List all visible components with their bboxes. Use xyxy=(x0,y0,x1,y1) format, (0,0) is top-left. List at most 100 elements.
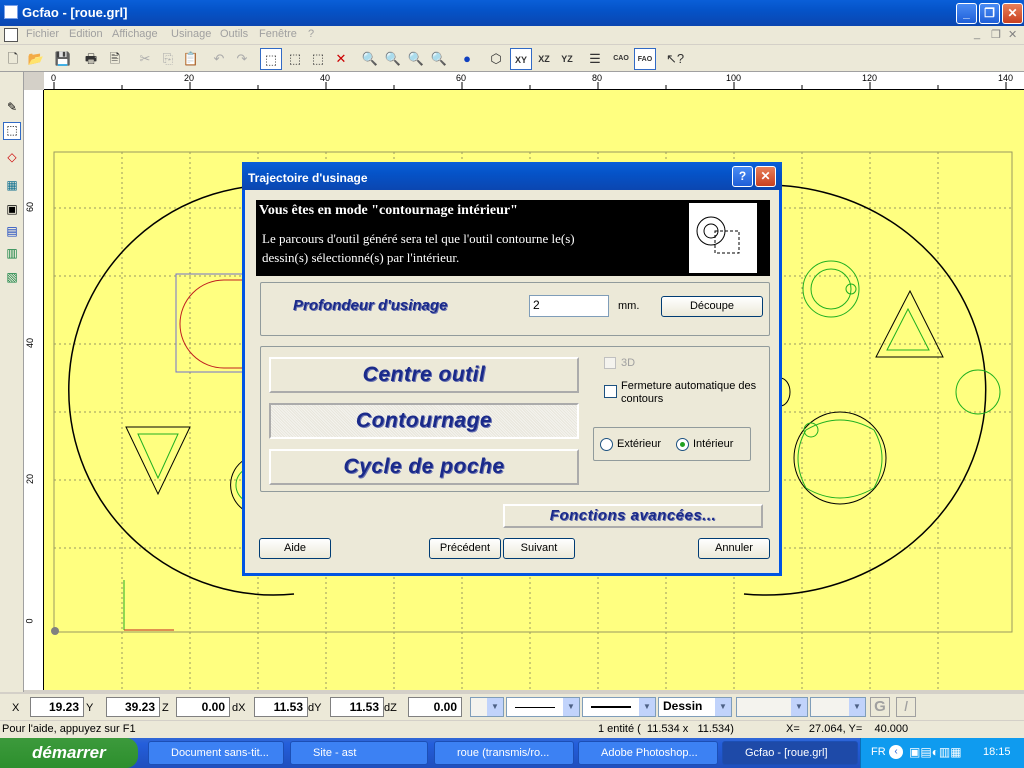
print-preview-icon[interactable]: 🖹 xyxy=(104,48,126,70)
fao-button[interactable]: FAO xyxy=(634,48,656,70)
task-roue[interactable]: roue (transmis/ro... xyxy=(434,741,574,765)
dy-field[interactable]: 11.53 xyxy=(330,697,384,717)
select-icon[interactable]: ⬚ xyxy=(260,48,282,70)
select-tool-icon[interactable]: ⬚ xyxy=(3,122,21,140)
contournage-button[interactable]: Contournage xyxy=(269,403,579,439)
decoupe-button[interactable]: Découpe xyxy=(661,296,763,317)
task-site[interactable]: Site - ast xyxy=(290,741,428,765)
trajectory-dialog: Trajectoire d'usinage ? ✕ Vous êtes en m… xyxy=(242,162,782,576)
depth-input[interactable]: 2 xyxy=(529,295,609,317)
select-add-icon[interactable]: ⬚ xyxy=(284,48,306,70)
restore-button[interactable]: ❐ xyxy=(979,3,1000,24)
menu-fenetre[interactable]: Fenêtre xyxy=(259,28,297,40)
print-icon[interactable]: 🖶 xyxy=(80,48,102,70)
copy-icon[interactable]: ⎘ xyxy=(157,48,179,70)
start-button[interactable]: démarrer xyxy=(0,738,138,768)
ruler-h-label: 20 xyxy=(184,73,195,83)
shape-tool-icon[interactable]: ◇ xyxy=(3,150,21,168)
toolpath-icon[interactable]: ▧ xyxy=(3,270,21,288)
annuler-button[interactable]: Annuler xyxy=(698,538,770,559)
mdi-close[interactable]: ✕ xyxy=(1008,28,1017,41)
exterieur-radio[interactable] xyxy=(600,438,613,451)
menu-fichier[interactable]: Fichier xyxy=(26,28,59,40)
select-multi-icon[interactable]: ⬚ xyxy=(307,48,329,70)
line-weight-combo[interactable]: ▼ xyxy=(582,697,656,717)
task-gcfao[interactable]: Gcfao - [roue.grl] xyxy=(722,741,858,765)
color-combo[interactable]: ▼ xyxy=(470,697,504,717)
menu-edition[interactable]: Edition xyxy=(69,28,103,40)
precedent-button[interactable]: Précédent xyxy=(429,538,501,559)
globe-icon[interactable]: ● xyxy=(456,48,478,70)
tray-expand-icon[interactable]: ‹ xyxy=(889,745,903,759)
dialog-help-button[interactable]: ? xyxy=(732,166,753,187)
dx-field[interactable]: 11.53 xyxy=(254,697,308,717)
3d-view-icon[interactable]: ⬡ xyxy=(485,48,507,70)
close-button[interactable]: ✕ xyxy=(1002,3,1023,24)
fonctions-avancees-button[interactable]: Fonctions avancées... xyxy=(503,504,763,528)
centre-outil-button[interactable]: Centre outil xyxy=(269,357,579,393)
cycle-poche-button[interactable]: Cycle de poche xyxy=(269,449,579,485)
mdi-minimize[interactable]: _ xyxy=(974,28,980,40)
zoom-previous-icon[interactable]: 🔍 xyxy=(428,48,450,70)
line-style-combo[interactable]: ▼ xyxy=(506,697,580,717)
pencil-icon[interactable]: ✎ xyxy=(3,100,21,118)
new-icon[interactable]: 🗋 xyxy=(2,48,24,70)
view-yz-button[interactable]: YZ xyxy=(556,48,578,70)
z-field[interactable]: 0.00 xyxy=(176,697,230,717)
size-combo[interactable]: ▼ xyxy=(810,697,866,717)
ruler-h-label: 0 xyxy=(51,73,57,83)
menu-affichage[interactable]: Affichage xyxy=(112,28,158,40)
task-document[interactable]: Document sans-tit... xyxy=(148,741,284,765)
menu-help[interactable]: ? xyxy=(308,28,314,40)
minimize-button[interactable]: _ xyxy=(956,3,977,24)
paste-icon[interactable]: 📋 xyxy=(180,48,202,70)
properties-icon[interactable]: ☰ xyxy=(584,48,606,70)
cut-icon[interactable]: ✂ xyxy=(134,48,156,70)
save-icon[interactable]: 💾 xyxy=(52,48,74,70)
menu-usinage[interactable]: Usinage xyxy=(171,28,211,40)
3d-checkbox[interactable] xyxy=(604,357,616,369)
context-help-icon[interactable]: ↖? xyxy=(664,48,686,70)
layer-combo[interactable]: Dessin ▼ xyxy=(658,697,732,717)
machine-icon[interactable]: ▤ xyxy=(3,224,21,242)
start-label: démarrer xyxy=(32,743,106,762)
language-indicator[interactable]: FR xyxy=(871,746,886,758)
mode-info-panel: Vous êtes en mode "contournage intérieur… xyxy=(256,200,770,276)
zoom-window-icon[interactable]: 🔍 xyxy=(359,48,381,70)
view-xz-button[interactable]: XZ xyxy=(533,48,555,70)
mdi-restore[interactable]: ❐ xyxy=(991,28,1001,41)
italic-button[interactable]: I xyxy=(896,697,916,717)
delete-selection-icon[interactable]: ✕ xyxy=(330,48,352,70)
calculator-icon[interactable]: ▦ xyxy=(3,178,21,196)
menu-outils[interactable]: Outils xyxy=(220,28,248,40)
undo-icon[interactable]: ↶ xyxy=(208,48,230,70)
dx-label: dX xyxy=(232,702,246,714)
zoom-in-icon[interactable]: 🔍 xyxy=(405,48,427,70)
interieur-radio[interactable] xyxy=(676,438,689,451)
y-field[interactable]: 39.23 xyxy=(106,697,160,717)
app-icon xyxy=(4,5,18,19)
suivant-button[interactable]: Suivant xyxy=(503,538,575,559)
cao-button[interactable]: CAO xyxy=(610,48,632,70)
ruler-h-label: 40 xyxy=(320,73,331,83)
tray-app-icons[interactable]: ▣▤◐▥▦ xyxy=(909,745,962,759)
ruler-h-label: 140 xyxy=(998,73,1014,83)
horizontal-ruler: 0 20 40 60 80 100 120 140 xyxy=(44,72,1024,90)
simulate-icon[interactable]: ▥ xyxy=(3,246,21,264)
task-photoshop[interactable]: Adobe Photoshop... xyxy=(578,741,718,765)
app-titlebar: Gcfao - [roue.grl] _ ❐ ✕ xyxy=(0,0,1024,26)
dialog-close-button[interactable]: ✕ xyxy=(755,166,776,187)
view-xy-button[interactable]: XY xyxy=(510,48,532,70)
redo-icon[interactable]: ↷ xyxy=(231,48,253,70)
x-field[interactable]: 19.23 xyxy=(30,697,84,717)
open-icon[interactable]: 📂 xyxy=(25,48,47,70)
doc-icon[interactable] xyxy=(4,28,18,42)
dz-field[interactable]: 0.00 xyxy=(408,697,462,717)
aide-button[interactable]: Aide xyxy=(259,538,331,559)
font-combo[interactable]: ▼ xyxy=(736,697,808,717)
mode-desc-2: dessin(s) sélectionné(s) par l'intérieur… xyxy=(262,250,460,265)
zoom-all-icon[interactable]: 🔍 xyxy=(382,48,404,70)
fermeture-checkbox[interactable] xyxy=(604,385,617,398)
disk-tool-icon[interactable]: ▣ xyxy=(3,202,21,220)
bold-button[interactable]: G xyxy=(870,697,890,717)
